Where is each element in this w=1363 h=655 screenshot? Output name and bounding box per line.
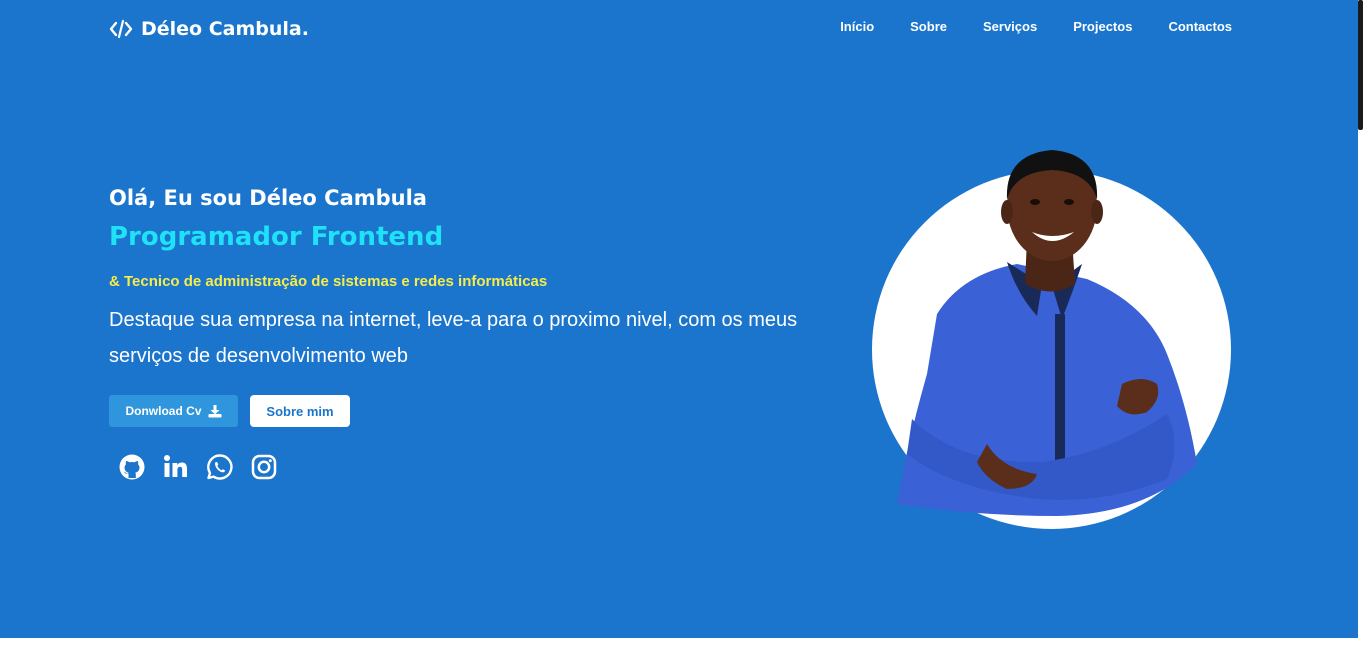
hero-tagline: Destaque sua empresa na internet, leve-a… xyxy=(109,309,798,367)
main-nav: Início Sobre Serviços Projectos Contacto… xyxy=(840,19,1232,34)
whatsapp-icon[interactable] xyxy=(206,453,234,481)
brand-name: Déleo Cambula. xyxy=(141,18,309,40)
brand-logo[interactable]: Déleo Cambula. xyxy=(109,15,309,43)
instagram-icon[interactable] xyxy=(250,453,278,481)
linkedin-icon[interactable] xyxy=(162,453,190,481)
nav-item-inicio[interactable]: Início xyxy=(840,19,874,34)
hero-subrole: & Tecnico de administração de sistemas e… xyxy=(109,273,548,290)
person-illustration xyxy=(897,150,1197,516)
hero-section: Déleo Cambula. Início Sobre Serviços Pro… xyxy=(0,0,1358,638)
nav-item-sobre[interactable]: Sobre xyxy=(910,19,947,34)
scrollbar-thumb[interactable] xyxy=(1358,0,1363,130)
github-icon[interactable] xyxy=(118,453,146,481)
hero-role: Programador Frontend xyxy=(109,222,444,252)
nav-item-projectos[interactable]: Projectos xyxy=(1073,19,1132,34)
nav-item-contactos[interactable]: Contactos xyxy=(1168,19,1232,34)
social-links xyxy=(118,453,278,481)
about-me-button[interactable]: Sobre mim xyxy=(250,395,350,427)
hero-greeting: Olá, Eu sou Déleo Cambula xyxy=(109,186,427,210)
download-icon xyxy=(208,404,221,417)
nav-item-servicos[interactable]: Serviços xyxy=(983,19,1037,34)
code-icon xyxy=(109,19,133,39)
download-cv-label: Donwload Cv xyxy=(125,404,202,418)
profile-photo xyxy=(872,150,1231,529)
download-cv-button[interactable]: Donwload Cv xyxy=(109,395,238,427)
scrollbar[interactable] xyxy=(1358,0,1363,655)
